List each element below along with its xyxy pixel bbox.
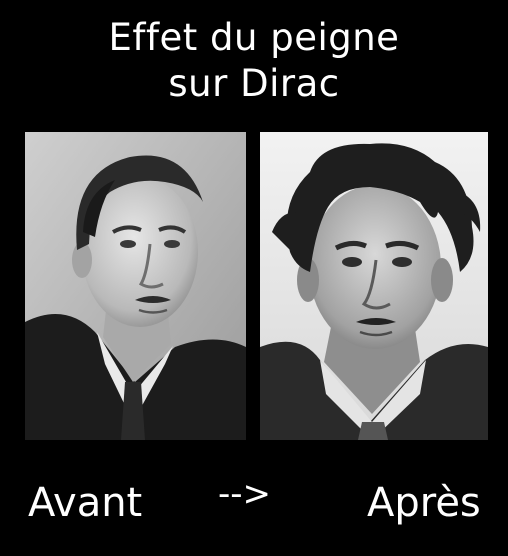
meme-title: Effet du peigne sur Dirac [0,15,508,107]
caption-before: Avant [28,480,143,526]
photo-before [25,132,246,440]
arrow-text: --> [218,474,272,514]
portrait-after-illustration [260,132,488,440]
title-line-1: Effet du peigne [108,16,400,59]
caption-after: Après [367,480,481,526]
portrait-before-illustration [25,132,246,440]
title-line-2: sur Dirac [168,62,340,105]
photo-after [260,132,488,440]
